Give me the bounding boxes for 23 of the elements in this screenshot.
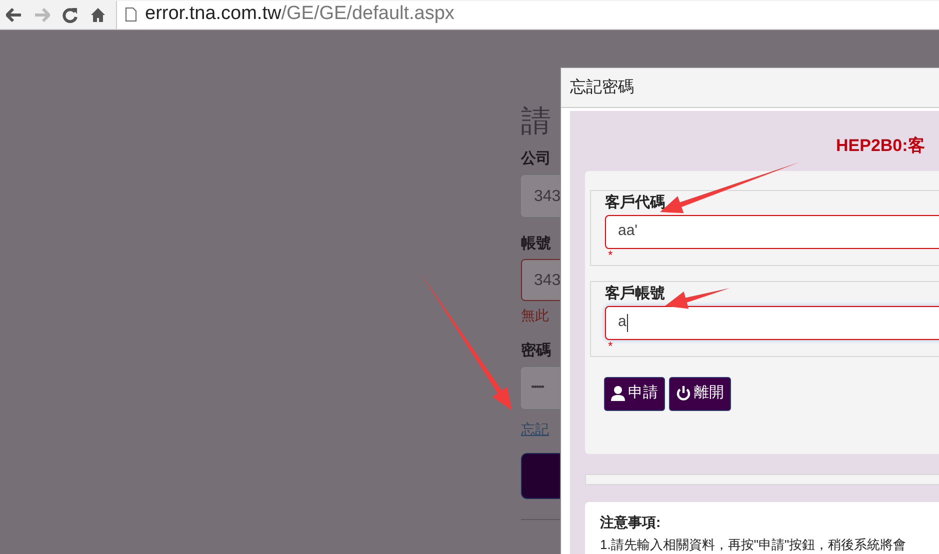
- exit-button[interactable]: 離開: [669, 376, 731, 410]
- error-text: 無此: [521, 306, 550, 325]
- required-mark: *: [608, 340, 614, 352]
- required-mark: *: [608, 248, 614, 260]
- field-label: 公司: [521, 149, 552, 169]
- person-icon: [611, 386, 625, 401]
- customer-account-field[interactable]: a: [605, 306, 939, 340]
- login-title: 請: [521, 104, 552, 140]
- error-message: HEP2B0:客: [836, 135, 926, 157]
- notes-title: 注意事項:: [600, 512, 662, 532]
- field-label: 帳號: [521, 234, 552, 254]
- url-host: error.tna.com.tw: [145, 3, 282, 24]
- page-icon: [125, 7, 137, 22]
- field-label: 客戶代碼: [605, 192, 665, 212]
- field-label: 密碼: [521, 341, 552, 361]
- apply-button[interactable]: 申請: [604, 376, 665, 410]
- url-path: /GE/GE/default.aspx: [281, 3, 454, 24]
- power-icon: [676, 386, 691, 401]
- customer-code-field[interactable]: aa': [605, 214, 939, 248]
- notes-text: 1.請先輸入相關資料，再按"申請"按鈕，稍後系統將會: [600, 536, 908, 552]
- field-label: 客戶帳號: [605, 284, 665, 304]
- dialog-title: 忘記密碼: [561, 68, 939, 108]
- arrow-icon: [665, 288, 730, 309]
